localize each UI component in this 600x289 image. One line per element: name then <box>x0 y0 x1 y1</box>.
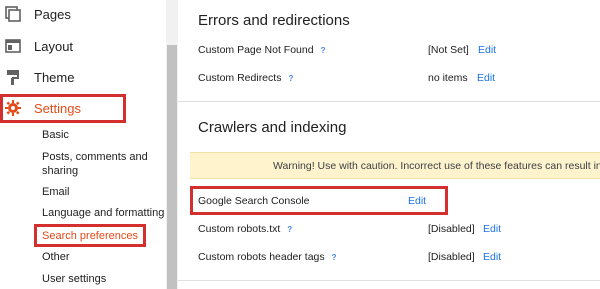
edit-link[interactable]: Edit <box>477 72 495 84</box>
setting-value: no items <box>428 72 468 84</box>
sidebar-item-layout[interactable]: Layout <box>0 32 160 60</box>
pages-icon <box>5 6 21 22</box>
warning-text: Warning! Use with caution. Incorrect use… <box>273 160 600 172</box>
settings-sub-user-settings[interactable]: User settings <box>42 272 106 286</box>
sidebar: Pages Layout Theme Settings Basic Posts,… <box>0 0 166 289</box>
settings-main-panel: Errors and redirections Custom Page Not … <box>178 0 600 289</box>
setting-label: Custom Page Not Found? <box>198 44 326 56</box>
warning-banner: Warning! Use with caution. Incorrect use… <box>190 152 600 179</box>
section-divider <box>178 280 600 281</box>
google-search-console-highlight-box <box>190 186 448 215</box>
section-title-crawlers: Crawlers and indexing <box>198 119 347 136</box>
setting-label: Custom Redirects? <box>198 72 294 84</box>
settings-sub-posts[interactable]: Posts, comments and <box>42 150 148 164</box>
scrollbar-thumb[interactable] <box>167 45 177 289</box>
sidebar-item-label: Pages <box>34 6 71 22</box>
settings-sub-other[interactable]: Other <box>42 250 70 264</box>
search-preferences-highlight-box <box>34 224 146 247</box>
setting-row-custom-robots-txt: Custom robots.txt? [Disabled] Edit <box>198 220 600 240</box>
settings-highlight-box <box>0 94 126 123</box>
setting-value: [Disabled] <box>428 251 475 263</box>
theme-icon <box>5 69 21 85</box>
edit-link[interactable]: Edit <box>483 251 501 263</box>
settings-sub-basic[interactable]: Basic <box>42 128 69 142</box>
sidebar-item-pages[interactable]: Pages <box>0 0 160 28</box>
setting-label: Custom robots.txt? <box>198 223 293 235</box>
setting-row-custom-robots-header-tags: Custom robots header tags? [Disabled] Ed… <box>198 248 600 268</box>
help-icon[interactable]: ? <box>287 225 292 234</box>
setting-value: [Not Set] <box>428 44 469 56</box>
sidebar-item-theme[interactable]: Theme <box>0 63 160 91</box>
edit-link[interactable]: Edit <box>478 44 496 56</box>
sidebar-item-label: Theme <box>34 69 75 85</box>
edit-link[interactable]: Edit <box>483 223 501 235</box>
sidebar-item-label: Layout <box>34 38 74 54</box>
settings-sub-language[interactable]: Language and formatting <box>42 206 164 220</box>
setting-row-custom-page-not-found: Custom Page Not Found? [Not Set] Edit <box>198 41 600 61</box>
settings-sub-posts-cont[interactable]: sharing <box>42 164 78 178</box>
help-icon[interactable]: ? <box>321 46 326 55</box>
help-icon[interactable]: ? <box>332 253 337 262</box>
settings-sub-email[interactable]: Email <box>42 185 70 199</box>
setting-label: Custom robots header tags? <box>198 251 337 263</box>
help-icon[interactable]: ? <box>288 74 293 83</box>
section-title-errors: Errors and redirections <box>198 12 350 29</box>
setting-value: [Disabled] <box>428 223 475 235</box>
section-divider <box>178 101 600 102</box>
layout-icon <box>5 38 21 54</box>
setting-row-custom-redirects: Custom Redirects? no items Edit <box>198 69 600 89</box>
